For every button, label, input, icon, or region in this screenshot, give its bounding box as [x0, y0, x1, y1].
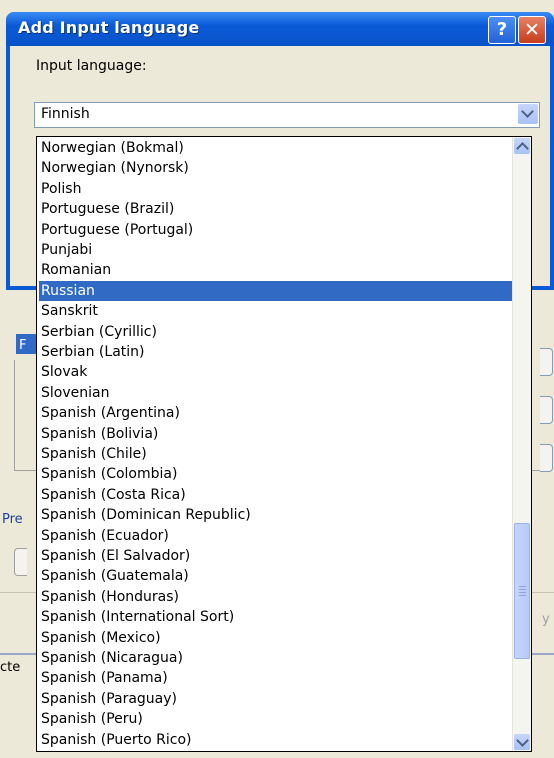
- title-bar[interactable]: Add Input language ? ✕: [6, 12, 554, 46]
- background-button[interactable]: [540, 396, 553, 424]
- list-item[interactable]: Norwegian (Nynorsk): [39, 158, 513, 178]
- chevron-up-icon: [516, 142, 529, 155]
- scroll-down-button[interactable]: [514, 734, 530, 750]
- grip-line: [519, 589, 526, 590]
- chevron-down-icon: [521, 105, 534, 118]
- list-item[interactable]: Spanish (Puerto Rico): [39, 730, 513, 750]
- background-text: y: [542, 612, 550, 627]
- background-selected-letter: F: [19, 338, 27, 353]
- grip-line: [519, 586, 526, 587]
- background-selected-item[interactable]: F: [16, 334, 36, 354]
- list-item[interactable]: Spanish (Paraguay): [39, 689, 513, 709]
- help-button[interactable]: ?: [488, 16, 516, 44]
- background-link-text[interactable]: Pre: [2, 512, 23, 527]
- list-item[interactable]: Spanish (Dominican Republic): [39, 505, 513, 525]
- list-item[interactable]: Spanish (Guatemala): [39, 566, 513, 586]
- list-item[interactable]: Spanish (El Salvador): [39, 546, 513, 566]
- list-item-selected[interactable]: Russian: [39, 280, 513, 301]
- input-language-label: Input language:: [36, 58, 147, 74]
- list-item[interactable]: Spanish (Costa Rica): [39, 485, 513, 505]
- combobox-dropdown-button[interactable]: [518, 104, 538, 124]
- list-item[interactable]: Spanish (Bolivia): [39, 424, 513, 444]
- list-item[interactable]: Serbian (Cyrillic): [39, 322, 513, 342]
- list-item[interactable]: Slovenian: [39, 383, 513, 403]
- grip-line: [519, 592, 526, 593]
- list-item[interactable]: Romanian: [39, 260, 513, 280]
- list-item[interactable]: Spanish (Peru): [39, 709, 513, 729]
- list-item[interactable]: Spanish (Colombia): [39, 464, 513, 484]
- close-button[interactable]: ✕: [518, 16, 546, 44]
- background-button[interactable]: [14, 548, 27, 576]
- background-button[interactable]: [540, 348, 553, 376]
- list-item[interactable]: Portuguese (Portugal): [39, 220, 513, 240]
- list-item[interactable]: Slovak: [39, 362, 513, 382]
- dialog-title: Add Input language: [18, 18, 200, 37]
- list-item[interactable]: Norwegian (Bokmal): [39, 138, 513, 158]
- list-item[interactable]: Spanish (Ecuador): [39, 526, 513, 546]
- list-item[interactable]: Spanish (International Sort): [39, 607, 513, 627]
- input-language-dropdown-list[interactable]: Norwegian (Bokmal) Norwegian (Nynorsk) Pol…: [36, 136, 532, 752]
- input-language-combobox[interactable]: Finnish: [34, 102, 540, 128]
- list-item[interactable]: Spanish (Argentina): [39, 403, 513, 423]
- scrollbar-thumb[interactable]: [514, 523, 530, 659]
- list-item[interactable]: Serbian (Latin): [39, 342, 513, 362]
- list-item[interactable]: Punjabi: [39, 240, 513, 260]
- combobox-value: Finnish: [41, 106, 90, 122]
- background-text: cte: [0, 660, 21, 675]
- list-item[interactable]: Sanskrit: [39, 301, 513, 321]
- dropdown-scrollbar[interactable]: [512, 137, 531, 751]
- list-item[interactable]: Portuguese (Brazil): [39, 199, 513, 219]
- list-item[interactable]: Spanish (Honduras): [39, 587, 513, 607]
- list-item[interactable]: Spanish (Chile): [39, 444, 513, 464]
- scroll-up-button[interactable]: [514, 138, 530, 155]
- list-item[interactable]: Spanish (Mexico): [39, 628, 513, 648]
- background-button[interactable]: [540, 444, 553, 472]
- list-item[interactable]: Polish: [39, 179, 513, 199]
- chevron-down-icon: [516, 734, 529, 747]
- list-item[interactable]: Spanish (Panama): [39, 668, 513, 688]
- grip-line: [519, 595, 526, 596]
- list-item[interactable]: Spanish (Nicaragua): [39, 648, 513, 668]
